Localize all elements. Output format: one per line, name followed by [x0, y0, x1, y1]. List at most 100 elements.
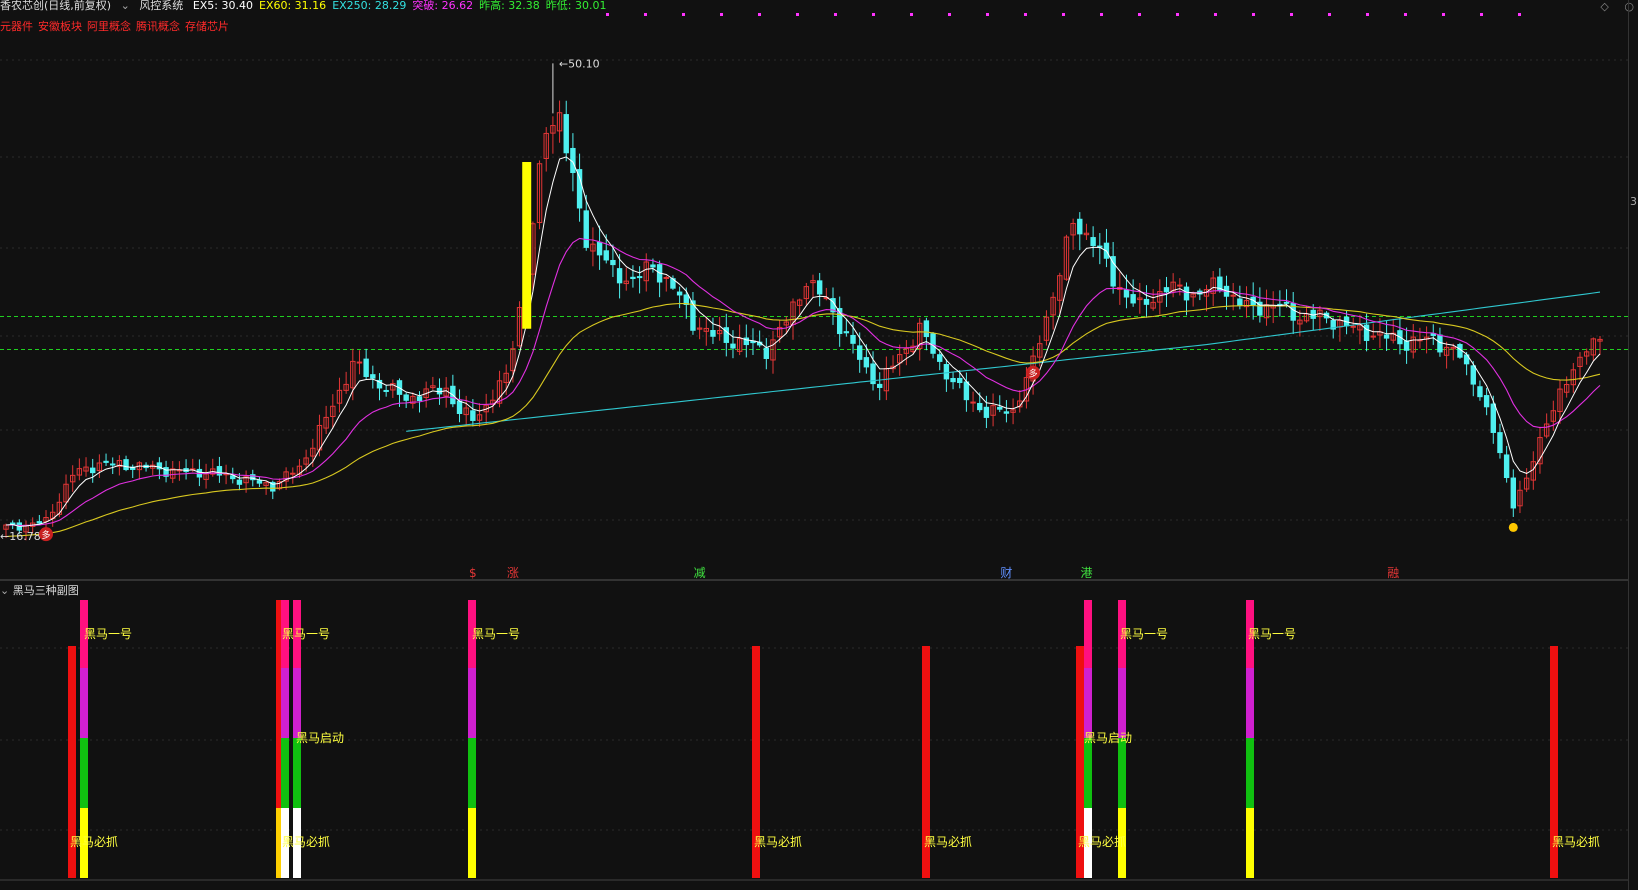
- candle-body: [1470, 365, 1476, 385]
- signal-marker: 多: [39, 527, 54, 542]
- candle-body: [456, 400, 463, 415]
- event-dot: [1518, 13, 1521, 16]
- candle: [1070, 218, 1076, 250]
- subchart-label: 黑马必抓: [924, 835, 972, 849]
- ma250-line: [406, 291, 1601, 432]
- candle: [69, 465, 76, 492]
- candle-body: [1143, 298, 1150, 305]
- candle-body: [363, 358, 369, 378]
- candle: [1150, 289, 1156, 311]
- candle-body: [957, 377, 963, 384]
- event-dot: [720, 13, 723, 16]
- candle: [403, 392, 409, 409]
- candle: [676, 286, 683, 309]
- candle-body: [416, 396, 423, 402]
- event-mark: 港: [1080, 566, 1092, 580]
- candle: [863, 344, 870, 374]
- event-dot: [948, 13, 951, 16]
- candle: [330, 394, 336, 429]
- candle-body: [470, 410, 476, 421]
- candle-body: [90, 467, 96, 474]
- candle: [970, 391, 976, 412]
- subchart-label: 黑马一号: [1248, 627, 1296, 641]
- chevron-down-icon[interactable]: ⌄: [0, 584, 9, 597]
- candle-body: [1230, 294, 1236, 297]
- event-dot: [796, 13, 799, 16]
- candle-body: [663, 276, 669, 279]
- event-mark: 财: [1000, 566, 1012, 580]
- candle-body: [676, 291, 683, 296]
- candle-body: [1350, 325, 1356, 328]
- subchart-label: 黑马启动: [296, 731, 344, 745]
- candle-body: [1403, 340, 1410, 351]
- candle: [743, 324, 750, 358]
- candle-body: [1163, 287, 1170, 293]
- event-mark: 涨: [507, 565, 519, 580]
- candle: [770, 330, 776, 374]
- green-seg: [1246, 738, 1254, 808]
- candle: [963, 372, 970, 412]
- candle: [990, 393, 996, 427]
- event-mark: $: [469, 566, 477, 580]
- event-dot: [1404, 13, 1407, 16]
- green-seg: [1118, 738, 1126, 808]
- candle-body: [1370, 335, 1376, 338]
- candle: [1077, 212, 1083, 251]
- candle: [876, 372, 883, 401]
- candle-body: [616, 268, 623, 284]
- candle: [623, 267, 629, 291]
- candle-body: [1130, 294, 1136, 304]
- candle-body: [236, 479, 243, 485]
- candle-body: [1383, 334, 1390, 339]
- candle-body: [603, 250, 609, 261]
- candle: [1323, 311, 1330, 324]
- candle: [536, 160, 543, 230]
- subchart-label: 黑马必抓: [1552, 835, 1600, 849]
- magenta-seg: [1084, 668, 1092, 738]
- candle: [1417, 327, 1423, 349]
- candle: [997, 395, 1003, 413]
- candle: [1090, 226, 1096, 258]
- candle: [1163, 276, 1170, 307]
- candle-body: [230, 475, 236, 480]
- candle: [723, 313, 730, 357]
- candle: [210, 458, 216, 477]
- candle: [423, 381, 429, 408]
- candle: [390, 379, 396, 398]
- candle: [1583, 348, 1590, 365]
- candle: [1190, 291, 1196, 307]
- subchart-title: 黑马三种副图: [12, 584, 79, 597]
- candle: [1383, 321, 1390, 351]
- candle: [596, 225, 603, 270]
- candle-body: [856, 345, 863, 360]
- candle: [830, 287, 836, 325]
- candle: [1357, 314, 1363, 345]
- candle: [643, 253, 649, 292]
- candle-body: [876, 383, 883, 388]
- subchart-label: 黑马一号: [282, 627, 330, 641]
- candle: [1157, 279, 1163, 315]
- candle: [756, 330, 763, 348]
- candle-body: [850, 334, 856, 344]
- candle: [1137, 282, 1143, 314]
- subchart-header: ⌄ 黑马三种副图: [0, 582, 79, 598]
- candle-body: [383, 389, 389, 392]
- candle-body: [563, 114, 569, 154]
- candle-body: [1003, 411, 1010, 414]
- event-dot: [1328, 13, 1331, 16]
- signal-text: 多: [1029, 368, 1038, 380]
- candle: [1517, 480, 1523, 514]
- candle: [663, 275, 669, 292]
- candle-body: [650, 264, 656, 268]
- candle: [1430, 324, 1436, 345]
- candle-body: [290, 472, 296, 475]
- event-dot: [834, 13, 837, 16]
- candle: [1277, 290, 1283, 317]
- candle-body: [970, 401, 976, 404]
- candle: [356, 350, 363, 375]
- candle-body: [630, 276, 636, 280]
- candle-body: [937, 354, 943, 362]
- candle: [836, 296, 843, 347]
- event-dot: [606, 13, 609, 16]
- candle-body: [596, 241, 603, 256]
